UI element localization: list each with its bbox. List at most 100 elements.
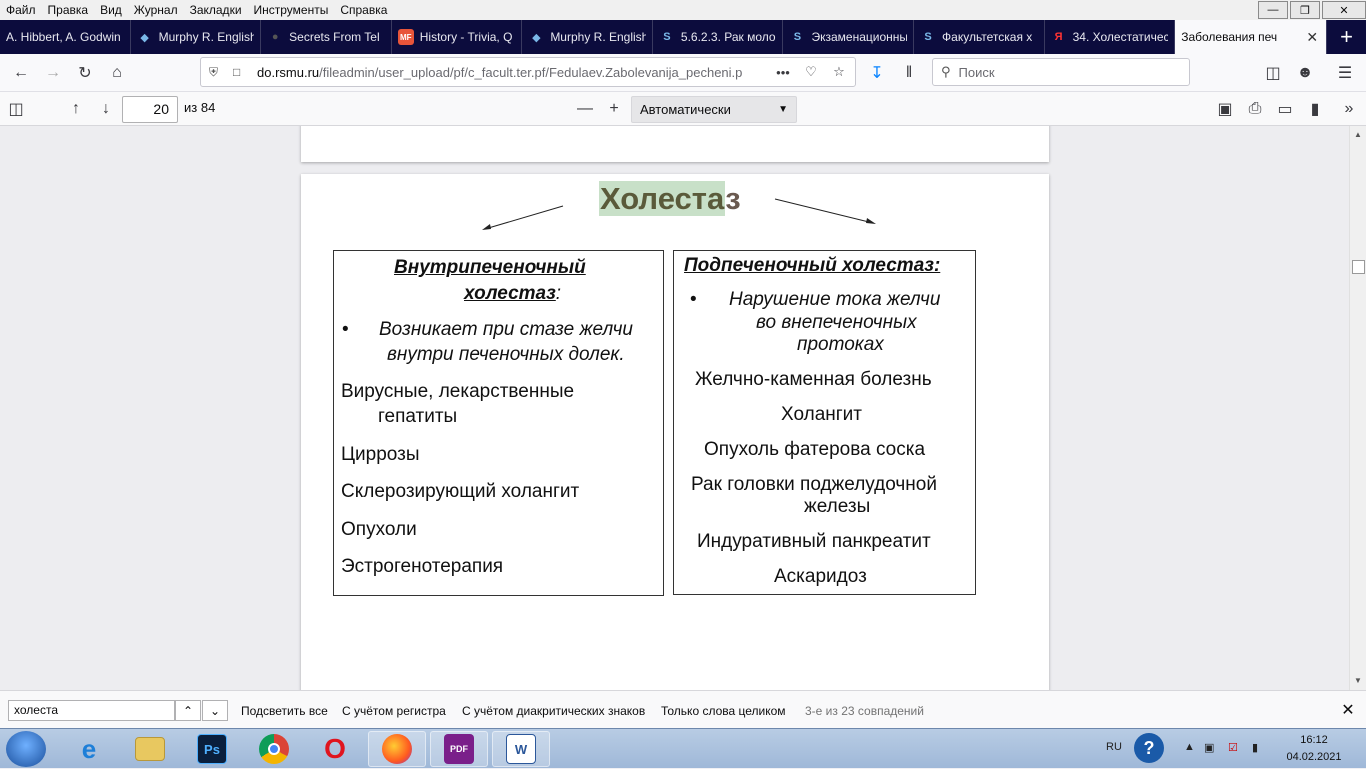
new-tab-button[interactable]: + (1327, 20, 1366, 54)
taskbar: e Ps O PDF W RU ? ▲ ▣ ☑ ▮ 16:12 04.02.20… (0, 728, 1366, 768)
book-icon: ◆ (532, 31, 541, 44)
menu-view[interactable]: Вид (94, 0, 128, 20)
find-previous-button[interactable]: ⌃ (175, 700, 201, 721)
left-item-sclerosing: Склерозирующий холангит (341, 481, 580, 502)
tab-murphy-2[interactable]: ◆ Murphy R. English (522, 20, 653, 54)
tab-exam[interactable]: S Экзаменационны (783, 20, 915, 54)
scroll-up-icon[interactable]: ▲ (1354, 130, 1362, 139)
close-tab-icon[interactable]: ✕ (1306, 29, 1318, 46)
url-bar[interactable]: ⛨ □ do.rsmu.ru/fileadmin/user_upload/pf/… (200, 57, 856, 87)
arrow-right-icon: → (45, 64, 61, 81)
shield-icon[interactable]: ⛨ (209, 65, 225, 80)
tab-label: Murphy R. English (158, 30, 255, 44)
menu-help[interactable]: Справка (334, 0, 393, 20)
home-button[interactable]: ⌂ (104, 60, 130, 86)
start-button[interactable] (6, 731, 46, 767)
network-icon[interactable]: ▣ (1204, 741, 1214, 754)
presentation-mode-button[interactable]: ▣ (1213, 97, 1237, 121)
maximize-button[interactable]: ❐ (1290, 1, 1320, 19)
help-icon[interactable]: ? (1134, 733, 1164, 763)
tab-history-trivia[interactable]: MF History - Trivia, Q (392, 20, 523, 54)
menu-history[interactable]: Журнал (128, 0, 184, 20)
tray-expand-icon[interactable]: ▲ (1184, 741, 1195, 753)
find-next-button[interactable]: ⌄ (202, 700, 228, 721)
hamburger-menu-button[interactable]: ☰ (1332, 60, 1358, 86)
page-count: из 84 (184, 100, 216, 115)
match-diacritics-toggle[interactable]: С учётом диакритических знаков (462, 704, 645, 718)
taskbar-ie[interactable]: e (60, 731, 118, 767)
zoom-in-button[interactable]: + (602, 97, 626, 121)
word-icon: W (506, 734, 536, 764)
scrollbar-thumb[interactable] (1352, 260, 1365, 274)
taskbar-word[interactable]: W (492, 731, 550, 767)
tab-holestatic[interactable]: Я 34. Холестатичес (1045, 20, 1176, 54)
tab-label: 34. Холестатичес (1072, 30, 1169, 44)
search-bar[interactable]: ⚲ Поиск (932, 58, 1190, 86)
taskbar-explorer[interactable] (121, 731, 179, 767)
save-button[interactable]: ▭ (1273, 97, 1297, 121)
vertical-scrollbar[interactable]: ▲ ▼ (1349, 126, 1366, 690)
tab-bar: A. Hibbert, A. Godwin ◆ Murphy R. English… (0, 20, 1366, 54)
tab-facult[interactable]: S Факультетская х (914, 20, 1045, 54)
chevron-down-icon: ⌄ (209, 703, 221, 718)
pocket-icon[interactable]: ♡ (797, 64, 825, 80)
zoom-out-button[interactable]: — (573, 97, 597, 121)
left-item-viral: Вирусные, лекарственные (341, 381, 575, 402)
menu-edit[interactable]: Правка (42, 0, 95, 20)
downloads-button[interactable]: ↧ (864, 60, 890, 86)
photoshop-icon: Ps (197, 734, 227, 764)
page-actions-button[interactable]: ••• (769, 65, 797, 80)
print-button[interactable]: ⎙ (1243, 97, 1267, 121)
tools-button[interactable]: » (1337, 97, 1361, 121)
tab-active-liver[interactable]: Заболевания печ ✕ (1175, 20, 1328, 54)
menu-bookmarks[interactable]: Закладки (184, 0, 248, 20)
signal-icon[interactable]: ▮ (1252, 741, 1258, 754)
close-icon: ✕ (1341, 702, 1355, 719)
chrome-center-icon (268, 743, 280, 755)
toggle-sidebar-button[interactable]: ◫ (4, 97, 28, 121)
current-page: Холестаз Внутрипеченочный холестаз: • Во… (301, 174, 1049, 690)
forward-button[interactable]: → (40, 60, 66, 86)
whole-words-toggle[interactable]: Только слова целиком (661, 704, 786, 718)
taskbar-chrome[interactable] (245, 731, 303, 767)
tab-hibbert[interactable]: A. Hibbert, A. Godwin (0, 20, 131, 54)
print-icon: ⎙ (1248, 100, 1262, 117)
next-page-button[interactable]: ↓ (94, 97, 118, 121)
tab-rak[interactable]: S 5.6.2.3. Рак моло (653, 20, 784, 54)
tab-label: 5.6.2.3. Рак моло (680, 30, 776, 44)
library-button[interactable]: ‖ (896, 60, 922, 86)
page-number-input[interactable]: 20 (122, 96, 178, 123)
bookmark-star-icon[interactable]: ☆ (825, 64, 853, 80)
taskbar-firefox[interactable] (368, 731, 426, 767)
clock-date[interactable]: 04.02.2021 (1278, 751, 1350, 763)
highlight-all-toggle[interactable]: Подсветить все (241, 704, 328, 718)
close-find-bar-button[interactable]: ✕ (1339, 700, 1357, 720)
tab-murphy-1[interactable]: ◆ Murphy R. English (131, 20, 262, 54)
scroll-down-icon[interactable]: ▼ (1354, 676, 1362, 685)
language-indicator[interactable]: RU (1106, 741, 1122, 753)
chrome-icon (259, 734, 289, 764)
page-info-icon[interactable]: □ (233, 65, 249, 79)
reload-button[interactable]: ↻ (72, 60, 98, 86)
zoom-select[interactable]: Автоматически ▼ (631, 96, 797, 123)
tab-secrets[interactable]: ● Secrets From Tel (261, 20, 392, 54)
bookmark-button[interactable]: ▮ (1303, 97, 1327, 121)
menu-file[interactable]: Файл (0, 0, 42, 20)
back-button[interactable]: ← (8, 60, 34, 86)
find-input[interactable]: холеста (8, 700, 175, 721)
left-item-tumors: Опухоли (341, 519, 417, 540)
taskbar-opera[interactable]: O (306, 731, 364, 767)
volume-muted-icon[interactable]: ☑ (1228, 741, 1238, 754)
clock-time[interactable]: 16:12 (1284, 734, 1344, 746)
close-window-button[interactable]: ✕ (1322, 1, 1366, 19)
match-case-toggle[interactable]: С учётом регистра (342, 704, 446, 718)
taskbar-photoshop[interactable]: Ps (183, 731, 241, 767)
taskbar-pdf-reader[interactable]: PDF (430, 731, 488, 767)
left-header-line1: Внутрипеченочный (394, 257, 586, 278)
previous-page-button[interactable]: ↑ (64, 97, 88, 121)
menu-tools[interactable]: Инструменты (248, 0, 335, 20)
url-text[interactable]: do.rsmu.ru/fileadmin/user_upload/pf/c_fa… (257, 65, 769, 80)
account-button[interactable]: ☻ (1292, 60, 1318, 86)
sidebar-button[interactable]: ◫ (1260, 60, 1286, 86)
minimize-button[interactable]: — (1258, 1, 1288, 19)
